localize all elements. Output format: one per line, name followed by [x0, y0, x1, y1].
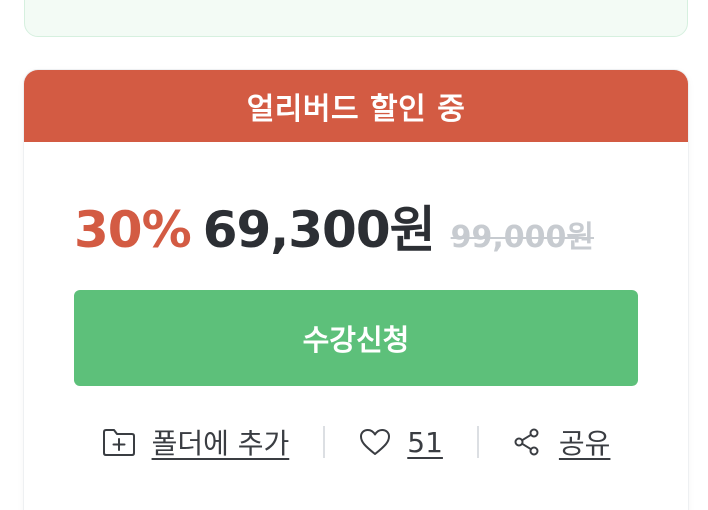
pricing-card-body: 30% 69,300원 99,000원 수강신청 폴더에 추가 51 공유: [24, 190, 688, 460]
share-label: 공유: [558, 427, 611, 460]
page: 얼리버드 할인 중 30% 69,300원 99,000원 수강신청 폴더에 추…: [0, 0, 708, 510]
previous-section-card: [24, 0, 688, 37]
action-divider: [323, 426, 326, 458]
early-bird-banner-text: 얼리버드 할인 중: [246, 92, 466, 127]
original-price: 99,000원: [450, 220, 595, 255]
like-count: 51: [407, 425, 443, 459]
early-bird-banner: 얼리버드 할인 중: [24, 70, 688, 142]
add-to-folder-label: 폴더에 추가: [151, 427, 290, 460]
pricing-card: 얼리버드 할인 중 30% 69,300원 99,000원 수강신청 폴더에 추…: [24, 70, 688, 510]
price-row: 30% 69,300원 99,000원: [74, 190, 638, 259]
discount-rate: 30%: [74, 201, 192, 259]
folder-plus-icon: [102, 427, 152, 457]
like-button[interactable]: 51: [359, 426, 443, 459]
actions-row: 폴더에 추가 51 공유: [74, 424, 638, 460]
enroll-button-label: 수강신청: [302, 323, 410, 357]
add-to-folder-button[interactable]: 폴더에 추가: [102, 422, 290, 462]
share-icon: [513, 428, 559, 456]
heart-icon: [359, 428, 407, 456]
enroll-button[interactable]: 수강신청: [74, 290, 638, 386]
sale-price: 69,300원: [202, 201, 436, 259]
share-button[interactable]: 공유: [513, 422, 611, 462]
action-divider: [476, 426, 479, 458]
